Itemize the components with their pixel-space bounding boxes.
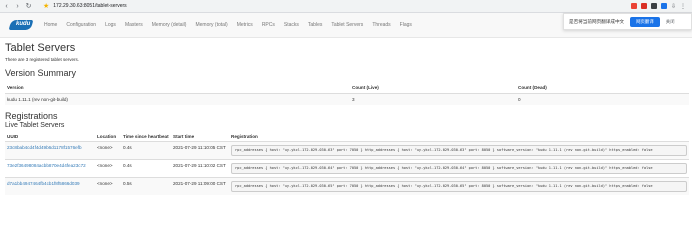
nav-item-rpcs[interactable]: RPCs <box>262 22 275 28</box>
extension-icon[interactable] <box>640 3 647 9</box>
download-icon[interactable]: ⇩ <box>671 3 676 10</box>
registration-block: rpc_addresses { host: "uy-ykcl-172-029-0… <box>231 163 687 174</box>
location-cell: <none> <box>95 177 121 195</box>
main-content: Tablet Servers There are 3 registered ta… <box>5 40 689 195</box>
kudu-logo[interactable]: kudu <box>8 19 34 31</box>
nav-item-masters[interactable]: Masters <box>125 22 143 28</box>
registration-block: rpc_addresses { host: "uy-ykcl-172-029-0… <box>231 181 687 192</box>
start-time-cell: 2021-07-29 11:10:02 CST <box>171 159 229 178</box>
heartbeat-cell: 0.4s <box>121 159 171 178</box>
registrations-heading: Registrations <box>5 111 58 121</box>
start-time-cell: 2021-07-29 11:09:00 CST <box>171 177 229 195</box>
column-header: Version <box>5 82 350 94</box>
nav-item-home[interactable]: Home <box>44 22 57 28</box>
table-row: 73e2f3649808​4acbb870e4d4fea23c72 <none>… <box>5 159 689 178</box>
version-summary-table: Version Count (Live) Count (Dead) kudu 1… <box>5 82 689 105</box>
column-header: Location <box>95 132 121 142</box>
nav-item-metrics[interactable]: Metrics <box>237 22 253 28</box>
translate-close-button[interactable]: 关闭 <box>666 19 675 25</box>
column-header: Registration <box>229 132 689 142</box>
count-dead-cell: 0 <box>516 93 689 105</box>
browser-toolbar: ‹ › ↻ ★ 172.29.30.63:8051/tablet-servers… <box>0 0 692 13</box>
table-row: d7a1bb4947464fb4cb1f8f5866d039 <none> 0.… <box>5 177 689 195</box>
page-title: Tablet Servers <box>5 42 76 54</box>
extension-icon[interactable] <box>630 3 637 9</box>
menu-icon[interactable]: ⋮ <box>680 3 686 10</box>
column-header: Count (Dead) <box>516 82 689 94</box>
nav-menu: Home Configuration Logs Masters Memory (… <box>44 22 412 28</box>
arrow-left-icon[interactable]: ‹ <box>2 2 11 11</box>
live-servers-table: UUID Location Time since heartbeat Start… <box>5 132 689 195</box>
nav-item-flags[interactable]: Flags <box>400 22 412 28</box>
count-live-cell: 3 <box>350 93 516 105</box>
nav-item-logs[interactable]: Logs <box>105 22 116 28</box>
live-servers-heading: Live Tablet Servers <box>5 122 65 129</box>
server-count-note: There are 3 registered tablet servers. <box>5 57 80 62</box>
registration-block: rpc_addresses { host: "uy-ykcl-172-029-0… <box>231 145 687 156</box>
column-header: Time since heartbeat <box>121 132 171 142</box>
extension-bar: ⇩ ⋮ <box>630 3 692 10</box>
nav-item-tables[interactable]: Tables <box>308 22 322 28</box>
reload-icon[interactable]: ↻ <box>24 2 33 11</box>
server-uuid-link[interactable]: 23c8bab4cd4f4d49b6d1178f1576efb <box>7 145 82 150</box>
translate-popup: 是否将当前网页翻译成中文 网页翻译 关闭 <box>563 13 692 30</box>
column-header: Count (Live) <box>350 82 516 94</box>
heartbeat-cell: 0.4s <box>121 141 171 160</box>
nav-item-stacks[interactable]: Stacks <box>284 22 299 28</box>
start-time-cell: 2021-07-29 11:10:05 CST <box>171 141 229 160</box>
column-header: Start time <box>171 132 229 142</box>
extension-icon[interactable] <box>650 3 657 9</box>
translate-prompt: 是否将当前网页翻译成中文 <box>569 18 625 24</box>
extension-icon[interactable] <box>660 3 667 9</box>
nav-item-memory-total[interactable]: Memory (total) <box>195 22 227 28</box>
version-cell: kudu 1.11.1 (rev non-git-build) <box>5 93 350 105</box>
table-row: 23c8bab4cd4f4d49b6d1178f1576efb <none> 0… <box>5 141 689 160</box>
nav-item-tablet-servers[interactable]: Tablet Servers <box>331 22 363 28</box>
version-summary-heading: Version Summary <box>5 68 77 78</box>
arrow-right-icon[interactable]: › <box>13 2 22 11</box>
translate-button[interactable]: 网页翻译 <box>630 16 660 27</box>
server-uuid-link[interactable]: 73e2f3649808​4acbb870e4d4fea23c72 <box>7 163 86 168</box>
column-header: UUID <box>5 132 95 142</box>
heartbeat-cell: 0.5s <box>121 177 171 195</box>
location-cell: <none> <box>95 141 121 160</box>
table-row: kudu 1.11.1 (rev non-git-build) 3 0 <box>5 93 689 105</box>
server-uuid-link[interactable]: d7a1bb4947464fb4cb1f8f5866d039 <box>7 181 80 186</box>
bookmark-star-icon[interactable]: ★ <box>43 2 49 10</box>
nav-item-threads[interactable]: Threads <box>372 22 390 28</box>
location-cell: <none> <box>95 159 121 178</box>
nav-item-configuration[interactable]: Configuration <box>66 22 96 28</box>
nav-item-memory-detail[interactable]: Memory (detail) <box>152 22 187 28</box>
address-bar[interactable]: 172.29.30.63:8051/tablet-servers <box>53 3 126 9</box>
